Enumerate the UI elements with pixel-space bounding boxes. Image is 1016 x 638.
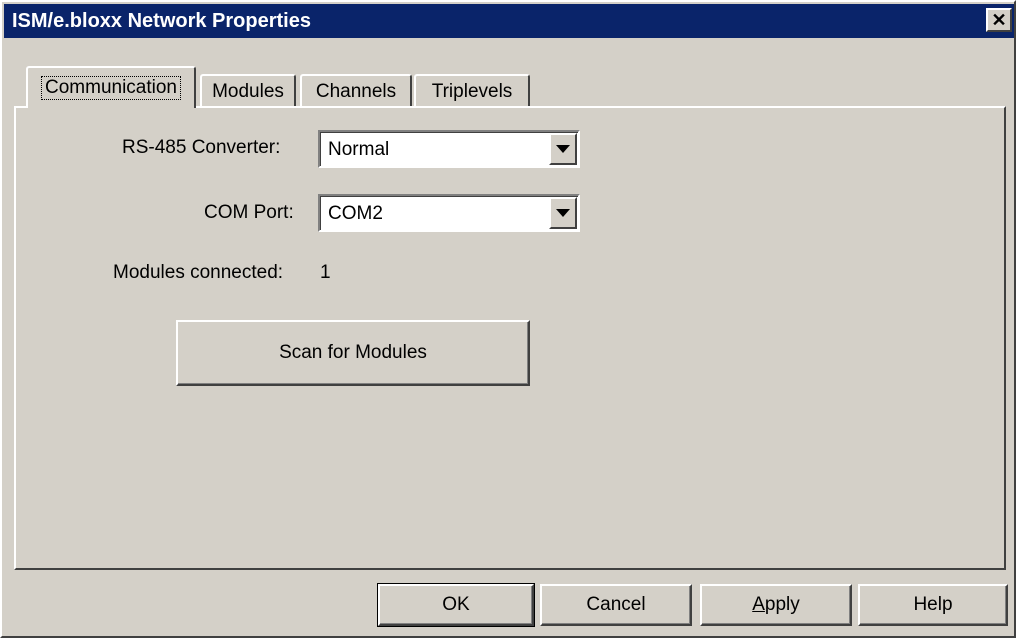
tab-channels[interactable]: Channels — [300, 74, 412, 108]
tab-modules[interactable]: Modules — [200, 74, 296, 108]
chevron-down-icon — [556, 145, 570, 153]
dialog-window: ISM/e.bloxx Network Properties ✕ Communi… — [0, 0, 1016, 638]
tab-triplevels[interactable]: Triplevels — [414, 74, 530, 108]
apply-accelerator: A — [752, 594, 765, 615]
tab-modules-label: Modules — [212, 81, 284, 102]
tab-communication[interactable]: Communication — [26, 66, 196, 108]
scan-for-modules-label: Scan for Modules — [279, 342, 427, 363]
rs485-converter-label: RS-485 Converter: — [122, 137, 281, 158]
com-port-dropdown-button[interactable] — [549, 197, 577, 229]
tab-channels-label: Channels — [315, 81, 397, 102]
cancel-label: Cancel — [586, 594, 646, 615]
close-icon: ✕ — [991, 10, 1007, 30]
close-button[interactable]: ✕ — [986, 8, 1012, 32]
modules-connected-value: 1 — [320, 262, 331, 283]
scan-for-modules-button[interactable]: Scan for Modules — [176, 320, 530, 386]
rs485-dropdown-button[interactable] — [549, 133, 577, 165]
modules-connected-label: Modules connected: — [113, 262, 284, 283]
help-label: Help — [913, 594, 953, 615]
ok-label: OK — [442, 594, 470, 615]
rs485-converter-value: Normal — [328, 139, 390, 160]
com-port-label: COM Port: — [204, 202, 294, 223]
tab-communication-label: Communication — [41, 76, 181, 100]
com-port-select[interactable]: COM2 — [318, 194, 580, 232]
apply-label-rest: pply — [764, 594, 800, 615]
title-bar: ISM/e.bloxx Network Properties ✕ — [4, 4, 1014, 38]
com-port-value: COM2 — [328, 203, 383, 224]
tab-triplevels-label: Triplevels — [431, 81, 513, 102]
window-title: ISM/e.bloxx Network Properties — [12, 10, 311, 32]
rs485-converter-select[interactable]: Normal — [318, 130, 580, 168]
help-button[interactable]: Help — [858, 584, 1008, 626]
apply-label: Apply — [752, 594, 800, 616]
ok-button[interactable]: OK — [377, 583, 535, 627]
cancel-button[interactable]: Cancel — [540, 584, 692, 626]
chevron-down-icon — [556, 209, 570, 217]
apply-button[interactable]: Apply — [700, 584, 852, 626]
